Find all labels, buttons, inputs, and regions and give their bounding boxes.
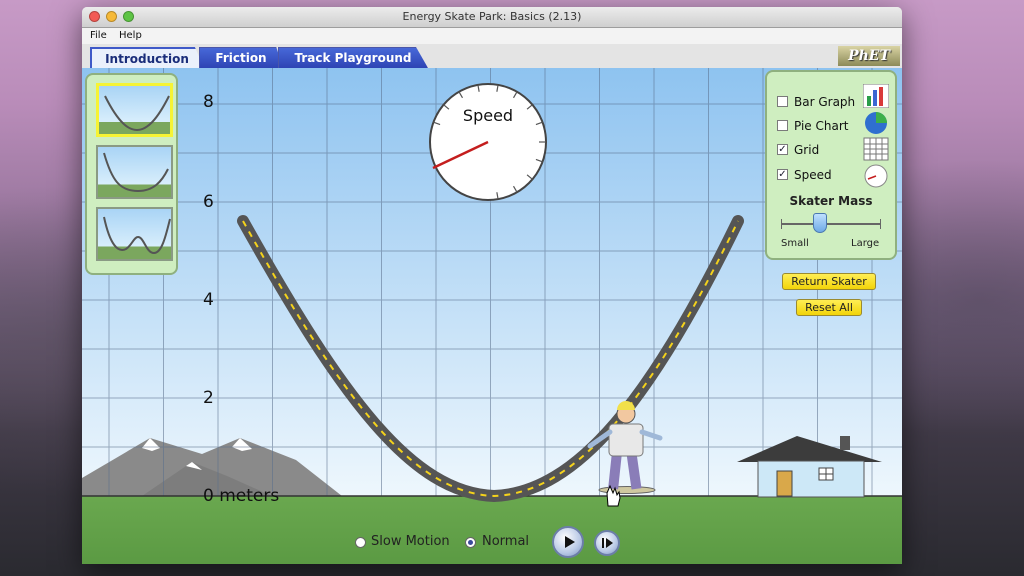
track-thumbnail-2[interactable] (96, 145, 173, 199)
skater-mass-title: Skater Mass (789, 194, 873, 208)
simulation-area[interactable]: 8 6 4 2 0 meters Speed Bar Graph Pie Cha… (82, 68, 902, 564)
window-title: Energy Skate Park: Basics (2.13) (402, 10, 582, 23)
ground (82, 496, 902, 564)
speedometer[interactable]: Speed (425, 82, 551, 202)
grid-checkbox[interactable]: ✓ (777, 144, 788, 155)
app-window: Energy Skate Park: Basics (2.13) File He… (82, 7, 902, 564)
track-thumbnail-3[interactable] (96, 207, 173, 261)
mass-max-label: Large (851, 238, 880, 249)
grid-label-6: 6 (203, 192, 214, 212)
tab-strip: Introduction Friction Track Playground P… (82, 44, 902, 68)
slow-motion-label[interactable]: Slow Motion (371, 534, 450, 549)
play-button[interactable] (552, 526, 584, 558)
menu-file[interactable]: File (90, 30, 107, 41)
phet-logo[interactable]: PhET (838, 46, 900, 66)
menu-help[interactable]: Help (119, 30, 142, 41)
menu-bar: File Help (82, 28, 902, 44)
slow-motion-radio[interactable] (355, 537, 366, 548)
grid-label-4: 4 (203, 290, 214, 310)
normal-label[interactable]: Normal (482, 534, 529, 549)
grid-label-8: 8 (203, 92, 214, 112)
return-skater-button[interactable]: Return Skater (782, 273, 876, 290)
grid-label-2: 2 (203, 388, 214, 408)
reset-all-button[interactable]: Reset All (796, 299, 862, 316)
step-icon (602, 538, 613, 548)
track-selector-panel (85, 73, 178, 275)
speedometer-label: Speed (462, 106, 514, 125)
pie-chart-icon (865, 112, 887, 134)
tab-friction[interactable]: Friction (199, 47, 283, 68)
pie-chart-checkbox[interactable] (777, 120, 788, 131)
control-panel: Bar Graph Pie Chart ✓ Grid ✓ Speed Skate… (765, 70, 897, 260)
tab-introduction[interactable]: Introduction (90, 47, 204, 68)
track-thumbnail-1[interactable] (96, 83, 173, 137)
speed-checkbox[interactable]: ✓ (777, 169, 788, 180)
skater-mass-slider-thumb[interactable] (813, 213, 827, 233)
step-button[interactable] (594, 530, 620, 556)
mass-min-label: Small (781, 238, 809, 249)
play-icon (565, 536, 575, 548)
bar-graph-checkbox[interactable] (777, 96, 788, 107)
grid-icon (863, 137, 889, 161)
grid-label-zero: 0 meters (203, 486, 280, 506)
title-bar[interactable]: Energy Skate Park: Basics (2.13) (82, 7, 902, 28)
normal-radio[interactable] (465, 537, 476, 548)
skater-mass-slider[interactable] (781, 213, 881, 235)
speedometer-icon (864, 164, 888, 188)
tab-track-playground[interactable]: Track Playground (278, 47, 428, 68)
bar-graph-icon (863, 84, 889, 108)
